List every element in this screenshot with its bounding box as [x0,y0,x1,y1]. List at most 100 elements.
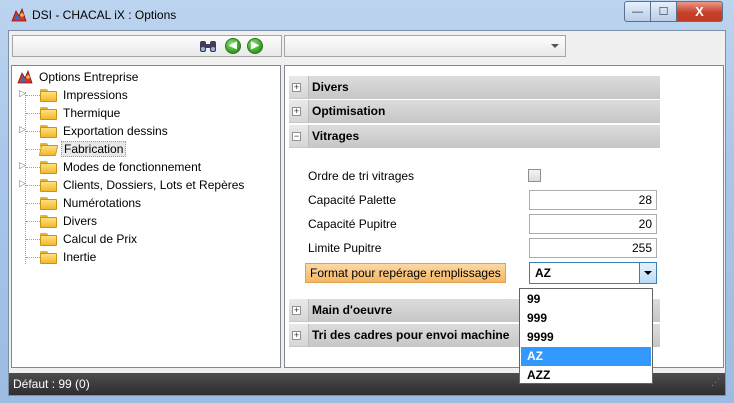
dropdown-option[interactable]: 999 [521,309,651,328]
folder-icon [38,142,59,156]
tree-item[interactable]: Inertie [18,248,98,266]
folder-icon [40,232,58,246]
window-controls: — ☐ X [624,1,723,22]
format-reperage-label: Format pour repérage remplissages [305,263,506,283]
dropdown-option[interactable]: AZ [521,347,651,366]
maximize-icon: ☐ [658,6,669,18]
tree-item-label: Numérotations [63,196,142,210]
expand-arrow-icon[interactable]: ▷ [19,178,26,189]
tree-item-label: Impressions [63,88,128,102]
tree-item[interactable]: Numérotations [18,194,143,212]
expand-icon[interactable]: + [292,107,301,116]
tree-item[interactable]: ▷ Modes de fonctionnement [18,158,203,176]
window-title: DSI - CHACAL iX : Options [32,8,177,22]
tree-guide-line [26,95,40,96]
tree-item[interactable]: Fabrication [18,140,127,158]
folder-icon [40,214,58,228]
tree-item[interactable]: Thermique [18,104,122,122]
folder-icon [40,124,58,138]
tree-item-label: Modes de fonctionnement [63,160,202,174]
tree-item[interactable]: ▷ Clients, Dossiers, Lots et Repères [18,176,246,194]
section-vitrages[interactable]: − Vitrages [289,125,660,148]
tree-guide-line [26,257,40,258]
back-arrow-icon[interactable]: ◀ [225,38,241,54]
folder-icon [40,178,58,192]
tree-item-label: Divers [63,214,98,228]
options-panel: + Divers + Optimisation − Vitrages Ordre… [284,65,724,368]
toolbar: ◀ ▶ [9,31,725,61]
expand-icon[interactable]: + [292,306,301,315]
tree-root-label: Options Entreprise [39,70,139,84]
tree-guide-line [26,131,40,132]
tree-item[interactable]: Divers [18,212,99,230]
expand-icon[interactable]: + [292,83,301,92]
expand-arrow-icon[interactable]: ▷ [19,124,26,135]
forward-arrow-glyph: ▶ [251,40,259,51]
capacite-palette-label: Capacité Palette [308,193,397,207]
section-divers-title: Divers [308,76,660,99]
ordre-tri-label: Ordre de tri vitrages [308,169,415,183]
tree-guide-line [26,203,40,204]
options-tree[interactable]: Options Entreprise ▷ Impressions Thermique… [11,65,281,368]
tree-item[interactable]: ▷ Impressions [18,86,130,104]
format-reperage-options[interactable]: 99 999 9999 AZ AZZ [519,288,653,384]
tree-item-label: Clients, Dossiers, Lots et Repères [63,178,245,192]
tree-guide-line [26,185,40,186]
collapse-icon[interactable]: − [292,132,301,141]
section-divers[interactable]: + Divers [289,76,660,99]
tree-item-label: Exportation dessins [63,124,168,138]
resize-grip-icon[interactable]: ⋰ [711,377,723,391]
tree-item-label: Calcul de Prix [63,232,138,246]
folder-icon [40,106,58,120]
navigation-combo[interactable] [284,35,566,57]
expand-arrow-icon[interactable]: ▷ [19,160,26,171]
minimize-button[interactable]: — [624,1,651,22]
ordre-tri-checkbox[interactable] [528,169,541,182]
format-reperage-value: AZ [535,266,551,280]
title-bar[interactable]: DSI - CHACAL iX : Options — ☐ X [0,0,734,30]
tree-guide-line [26,149,40,150]
folder-icon [40,88,58,102]
tree-item[interactable]: Calcul de Prix [18,230,139,248]
expand-icon[interactable]: + [292,331,301,340]
close-button[interactable]: X [677,1,723,22]
limite-pupitre-input[interactable]: 255 [529,238,657,258]
tree-item-label: Fabrication [61,141,127,157]
section-optimisation-title: Optimisation [308,100,660,123]
tree-item-label: Thermique [63,106,121,120]
folder-icon [40,196,58,210]
tree-guide-line [26,113,40,114]
expand-arrow-icon[interactable]: ▷ [19,88,26,99]
dropdown-option[interactable]: 99 [521,290,651,309]
capacite-pupitre-input[interactable]: 20 [529,214,657,234]
limite-pupitre-label: Limite Pupitre [308,241,382,255]
tree-guide-line [26,167,40,168]
binoculars-icon[interactable] [199,38,217,54]
search-box[interactable]: ◀ ▶ [12,35,282,57]
folder-icon [40,160,58,174]
maximize-button[interactable]: ☐ [651,1,677,22]
back-arrow-glyph: ◀ [229,40,237,51]
forward-arrow-icon[interactable]: ▶ [247,38,263,54]
folder-icon [40,250,58,264]
tree-item[interactable]: ▷ Exportation dessins [18,122,170,140]
status-text: Défaut : 99 (0) [13,377,90,391]
options-window: DSI - CHACAL iX : Options — ☐ X ◀ ▶ Opti… [0,0,734,403]
minimize-icon: — [632,5,643,18]
capacite-palette-input[interactable]: 28 [529,190,657,210]
dropdown-option[interactable]: 9999 [521,328,651,347]
format-reperage-select[interactable]: AZ [529,262,657,284]
tree-guide-line [26,239,40,240]
chevron-down-icon[interactable] [639,263,656,283]
close-icon: X [695,4,704,19]
capacite-pupitre-label: Capacité Pupitre [308,217,397,231]
section-vitrages-title: Vitrages [308,125,660,148]
tree-root[interactable]: Options Entreprise [16,68,140,86]
tree-item-label: Inertie [63,250,97,264]
chevron-down-icon[interactable] [551,44,559,48]
options-entreprise-icon [17,69,33,84]
chacal-app-icon [11,7,27,22]
dropdown-option[interactable]: AZZ [521,366,651,385]
tree-guide-line [26,221,40,222]
section-optimisation[interactable]: + Optimisation [289,100,660,123]
